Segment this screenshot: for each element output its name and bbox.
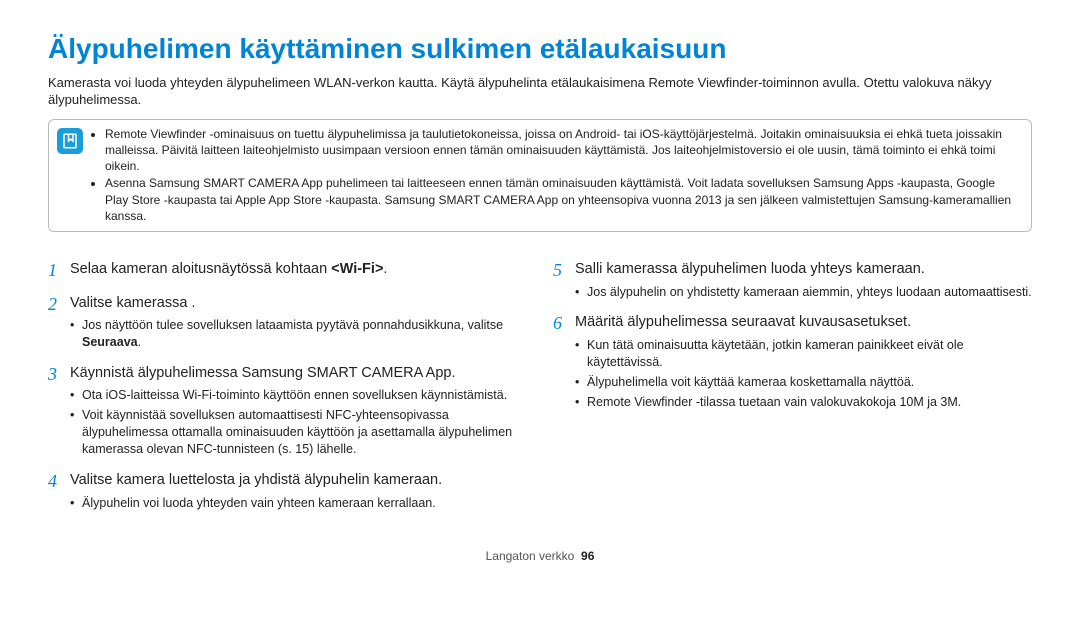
note-icon bbox=[57, 128, 83, 154]
step-5: 5 Salli kamerassa älypuhelimen luoda yht… bbox=[553, 260, 1032, 303]
note-item: Remote Viewfinder -ominaisuus on tuettu … bbox=[105, 126, 1021, 175]
step-number: 3 bbox=[48, 364, 70, 461]
right-column: 5 Salli kamerassa älypuhelimen luoda yht… bbox=[553, 250, 1032, 514]
page-footer: Langaton verkko 96 bbox=[48, 548, 1032, 564]
step-title: Salli kamerassa älypuhelimen luoda yhtey… bbox=[575, 260, 1032, 280]
intro-text: Kamerasta voi luoda yhteyden älypuhelime… bbox=[48, 74, 1032, 109]
bullet: Kun tätä ominaisuutta käytetään, jotkin … bbox=[575, 337, 1032, 371]
step-number: 2 bbox=[48, 294, 70, 354]
step-title: Valitse kamerassa . bbox=[70, 294, 527, 314]
note-list: Remote Viewfinder -ominaisuus on tuettu … bbox=[91, 126, 1021, 225]
step-number: 6 bbox=[553, 313, 575, 413]
step-number: 5 bbox=[553, 260, 575, 303]
note-box: Remote Viewfinder -ominaisuus on tuettu … bbox=[48, 119, 1032, 232]
bullet: Remote Viewfinder -tilassa tuetaan vain … bbox=[575, 394, 1032, 411]
step-number: 4 bbox=[48, 471, 70, 514]
footer-section: Langaton verkko bbox=[486, 549, 575, 563]
bullet: Älypuhelin voi luoda yhteyden vain yhtee… bbox=[70, 495, 527, 512]
step-2: 2 Valitse kamerassa . Jos näyttöön tulee… bbox=[48, 294, 527, 354]
bullet: Älypuhelimella voit käyttää kameraa kosk… bbox=[575, 374, 1032, 391]
step-3: 3 Käynnistä älypuhelimessa Samsung SMART… bbox=[48, 364, 527, 461]
note-item: Asenna Samsung SMART CAMERA App puhelime… bbox=[105, 175, 1021, 224]
footer-page: 96 bbox=[581, 549, 594, 563]
page-title: Älypuhelimen käyttäminen sulkimen etälau… bbox=[48, 30, 1032, 68]
bullet: Jos näyttöön tulee sovelluksen lataamist… bbox=[70, 317, 527, 351]
left-column: 1 Selaa kameran aloitusnäytössä kohtaan … bbox=[48, 250, 527, 514]
step-6: 6 Määritä älypuhelimessa seuraavat kuvau… bbox=[553, 313, 1032, 413]
step-title: Selaa kameran aloitusnäytössä kohtaan <W… bbox=[70, 260, 527, 280]
bullet: Voit käynnistää sovelluksen automaattise… bbox=[70, 407, 527, 458]
step-number: 1 bbox=[48, 260, 70, 284]
step-title: Valitse kamera luettelosta ja yhdistä äl… bbox=[70, 471, 527, 491]
step-1: 1 Selaa kameran aloitusnäytössä kohtaan … bbox=[48, 260, 527, 284]
step-4: 4 Valitse kamera luettelosta ja yhdistä … bbox=[48, 471, 527, 514]
step-title: Määritä älypuhelimessa seuraavat kuvausa… bbox=[575, 313, 1032, 333]
bullet: Ota iOS-laitteissa Wi-Fi-toiminto käyttö… bbox=[70, 387, 527, 404]
bullet: Jos älypuhelin on yhdistetty kameraan ai… bbox=[575, 284, 1032, 301]
step-title: Käynnistä älypuhelimessa Samsung SMART C… bbox=[70, 364, 527, 384]
